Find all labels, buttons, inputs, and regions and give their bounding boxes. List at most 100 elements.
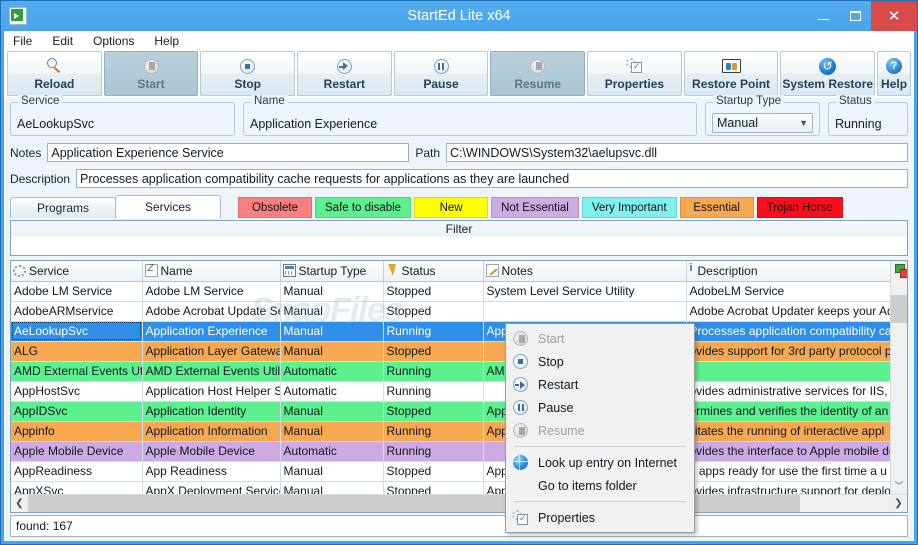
menu-item-help[interactable]: Help (154, 34, 179, 48)
minimize-button[interactable] (807, 1, 839, 31)
column-label-status: Status (401, 263, 436, 278)
pause-circle-icon (433, 57, 449, 76)
service-label: Service (18, 95, 63, 107)
menu-item-file[interactable]: File (13, 34, 32, 48)
table-row[interactable]: Adobe LM Service Adobe LM Service Manual St… (11, 281, 907, 302)
column-header-startup-type[interactable]: Startup Type (280, 261, 384, 282)
maximize-button[interactable] (839, 1, 871, 31)
restart-circle-icon (512, 376, 529, 393)
legend-very-important[interactable]: Very Important (581, 197, 677, 218)
context-menu-item-look-up-entry-on-internet[interactable]: Look up entry on Internet (506, 451, 694, 474)
table-row[interactable]: AppHostSvcApplication Host Helper ServAu… (11, 381, 907, 402)
restart-circle-icon (336, 57, 352, 76)
cell-startup: Manual (280, 421, 384, 442)
minimize-icon (817, 19, 829, 20)
vertical-scrollbar[interactable]: ︿ ﹀ (890, 261, 907, 494)
scroll-left-button[interactable]: ❮ (11, 495, 28, 512)
table-body: Adobe LM Service Adobe LM Service Manual St… (11, 281, 907, 502)
table-header-row: Service Name Startup Type Status Notes D… (11, 261, 907, 282)
detail-top-row: Service AeLookupSvc Name Application Exp… (10, 95, 908, 136)
status-value: Running (835, 117, 882, 131)
tab-services[interactable]: Services (115, 195, 221, 218)
context-menu-item-restart[interactable]: Restart (506, 373, 694, 396)
status-groupbox: Status Running (828, 95, 908, 136)
column-header-notes[interactable]: Notes (483, 261, 687, 282)
help-icon: ? (886, 57, 903, 76)
table-row[interactable]: ALGApplication Layer Gateway SManualStop… (11, 341, 907, 362)
window-title: StartEd Lite x64 (407, 8, 511, 24)
toolbar-button-properties[interactable]: Properties (587, 51, 682, 96)
cell-startup: Manual (280, 281, 384, 302)
status-icon (386, 264, 399, 277)
maximize-icon (849, 11, 861, 21)
cell-service: AdobeARMservice (11, 301, 143, 322)
cell-service: Adobe LM Service (11, 281, 143, 302)
startup-type-select[interactable]: Manual ▼ (712, 112, 813, 133)
toolbar-button-help[interactable]: ? Help (877, 51, 912, 96)
menu-item-options[interactable]: Options (93, 34, 134, 48)
legend-trojan-horse[interactable]: Trojan Horse (756, 197, 843, 218)
toolbar-button-restart[interactable]: Restart (297, 51, 392, 96)
table-row[interactable]: AppIDSvc Application Identity Manual Stoppe… (11, 401, 907, 422)
notes-input[interactable]: Application Experience Service (47, 143, 410, 162)
name-groupbox: Name Application Experience (243, 95, 697, 136)
description-input[interactable]: Processes application compatibility cach… (76, 169, 908, 188)
cell-status: Running (383, 441, 484, 462)
legend-safe-to-disable[interactable]: Safe to disable (315, 197, 412, 218)
tab-programs[interactable]: Programs (10, 197, 116, 218)
path-input[interactable]: C:\WINDOWS\System32\aelupsvc.dll (446, 143, 908, 162)
context-menu-item-go-to-items-folder[interactable]: Go to items folder (506, 474, 694, 497)
toolbar-button-pause[interactable]: Pause (393, 51, 489, 96)
toolbar-button-restore-point[interactable]: Restore Point (683, 51, 779, 96)
cell-service: ALG (11, 341, 143, 362)
toolbar-button-reload[interactable]: Reload (7, 51, 102, 96)
status-bar: found: 167 (10, 515, 908, 537)
column-header-name[interactable]: Name (142, 261, 281, 282)
context-menu-item-stop[interactable]: Stop (506, 350, 694, 373)
cell-service: AMD External Events Uti (11, 361, 143, 382)
legend-essential[interactable]: Essential (679, 197, 754, 218)
horizontal-scroll-track[interactable] (800, 495, 890, 512)
cell-description (686, 361, 893, 382)
table-row[interactable]: AdobeARMserviceAdobe Acrobat Update Serv… (11, 301, 907, 322)
filter-input[interactable] (11, 238, 907, 255)
toolbar-button-system-restore[interactable]: ↺ System Restore (780, 51, 876, 96)
startup-type-label: Startup Type (713, 95, 784, 107)
toolbar-button-start[interactable]: Start (103, 51, 199, 96)
context-menu-item-properties[interactable]: Properties (506, 506, 694, 529)
scroll-right-button[interactable]: ❯ (890, 495, 907, 512)
cell-status: Stopped (383, 281, 484, 302)
service-groupbox: Service AeLookupSvc (10, 95, 235, 136)
magnifier-icon (46, 57, 63, 76)
table-row[interactable]: AMD External Events Uti AMD External Even… (11, 361, 907, 382)
table-row[interactable]: AppReadinessApp ReadinessManualStoppedAp… (11, 461, 907, 482)
app-window: StartEd Lite x64 ✕ File Edit Options Hel… (0, 0, 918, 545)
legend-not-essential[interactable]: Not Essential (491, 197, 579, 218)
context-menu-item-pause[interactable]: Pause (506, 396, 694, 419)
context-menu-label: Properties (538, 510, 595, 525)
resume-circle-icon (512, 422, 529, 439)
service-value: AeLookupSvc (17, 117, 95, 131)
cell-startup: Manual (280, 341, 384, 362)
close-button[interactable]: ✕ (871, 1, 917, 31)
cell-startup: Manual (280, 301, 384, 322)
column-header-status[interactable]: Status (383, 261, 484, 282)
column-label-service: Service (29, 263, 70, 278)
menu-item-edit[interactable]: Edit (52, 34, 73, 48)
table-row[interactable]: Apple Mobile Device Apple Mobile Device Au… (11, 441, 907, 462)
toolbar-button-stop[interactable]: Stop (200, 51, 296, 96)
cell-name: Application Identity (142, 401, 281, 422)
column-header-description[interactable]: Description (686, 261, 893, 282)
stop-circle-icon (512, 353, 529, 370)
scroll-down-button[interactable]: ﹀ (891, 477, 907, 494)
column-header-service[interactable]: Service (11, 261, 143, 282)
legend-obsolete[interactable]: Obsolete (238, 197, 312, 218)
context-menu-label: Resume (538, 423, 585, 438)
horizontal-scrollbar[interactable]: ❮ ❯ (11, 494, 907, 512)
table-row[interactable]: Appinfo Application Information Manual Runn… (11, 421, 907, 442)
resume-circle-icon (530, 57, 546, 76)
toolbar-button-resume[interactable]: Resume (490, 51, 586, 96)
legend-new[interactable]: New (414, 197, 489, 218)
table-row[interactable]: AeLookupSvc Application Experience Manual R… (11, 321, 907, 342)
vertical-scroll-thumb[interactable] (891, 295, 907, 323)
